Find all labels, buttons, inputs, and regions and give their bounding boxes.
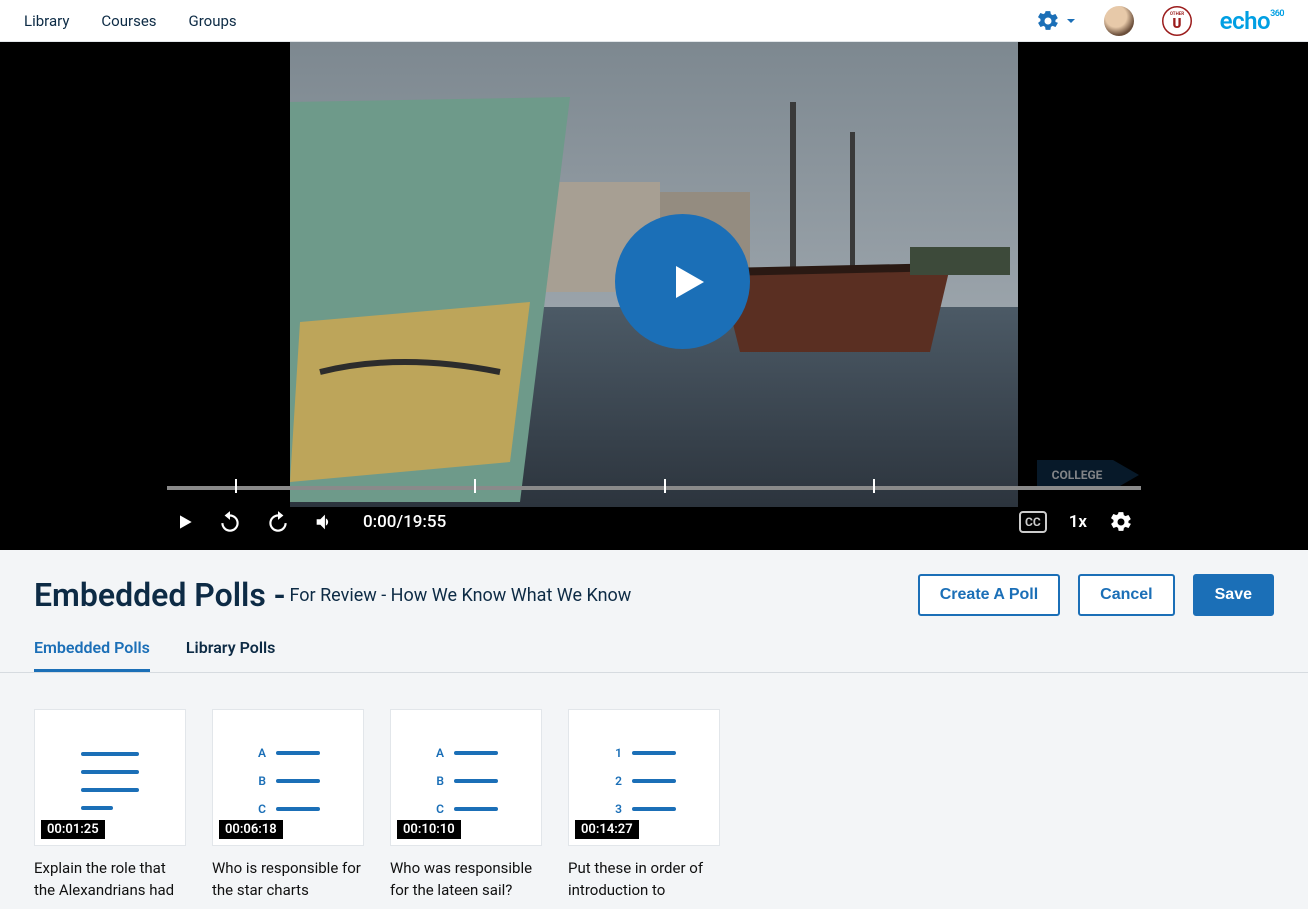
poll-label: Explain the role that the Alexandrians h…: [34, 858, 186, 902]
poll-label: Who is responsible for the star charts: [212, 858, 364, 902]
poll-thumb: 1 2 3 00:14:27: [568, 709, 720, 846]
order-poll-icon: 1 2 3: [612, 746, 676, 816]
nav-library[interactable]: Library: [24, 12, 69, 30]
volume-button[interactable]: [313, 511, 335, 533]
cancel-button[interactable]: Cancel: [1078, 574, 1174, 616]
nav-left: Library Courses Groups: [24, 12, 237, 30]
top-nav: Library Courses Groups OTHER U echo360: [0, 0, 1308, 42]
poll-timestamp: 00:10:10: [397, 820, 461, 839]
progress-track: [167, 486, 1141, 490]
poll-label: Who was responsible for the lateen sail?: [390, 858, 542, 902]
nav-groups[interactable]: Groups: [189, 12, 237, 30]
settings-dropdown[interactable]: [1036, 9, 1076, 33]
video-frame: COLLEGE 0:00/19:55: [155, 42, 1153, 550]
tabs: Embedded Polls Library Polls: [0, 616, 1308, 673]
mc-poll-icon: A B C: [256, 746, 320, 816]
poll-label: Put these in order of introduction to: [568, 858, 720, 902]
poll-cards: 00:01:25 Explain the role that the Alexa…: [0, 673, 1308, 902]
play-button[interactable]: [175, 512, 195, 532]
poll-thumb: 00:01:25: [34, 709, 186, 846]
poll-timestamp: 00:01:25: [41, 820, 105, 839]
poll-card[interactable]: 1 2 3 00:14:27 Put these in order of int…: [568, 709, 720, 902]
playback-speed[interactable]: 1x: [1069, 512, 1087, 532]
rewind-button[interactable]: [217, 509, 243, 535]
nav-courses[interactable]: Courses: [101, 12, 156, 30]
player-settings-button[interactable]: [1109, 510, 1133, 534]
poll-marker-1[interactable]: [235, 479, 237, 493]
text-poll-icon: [81, 752, 139, 810]
brand-sup: 360: [1270, 9, 1284, 19]
mc-poll-icon: A B C: [434, 746, 498, 816]
header-buttons: Create A Poll Cancel Save: [918, 574, 1274, 616]
page-subtitle: For Review - How We Know What We Know: [289, 585, 631, 606]
poll-marker-2[interactable]: [474, 479, 476, 493]
user-avatar[interactable]: [1104, 6, 1134, 36]
poll-marker-4[interactable]: [873, 479, 875, 493]
rewind-icon: [217, 509, 243, 535]
video-controls: 0:00/19:55 CC 1x: [155, 494, 1153, 550]
brand-text: echo: [1220, 7, 1270, 35]
gear-icon: [1036, 9, 1060, 33]
poll-timestamp: 00:06:18: [219, 820, 283, 839]
poll-thumb: A B C 00:10:10: [390, 709, 542, 846]
fastforward-icon: [265, 509, 291, 535]
svg-text:COLLEGE: COLLEGE: [1052, 468, 1103, 482]
svg-text:U: U: [1172, 15, 1181, 31]
poll-thumb: A B C 00:06:18: [212, 709, 364, 846]
create-poll-button[interactable]: Create A Poll: [918, 574, 1060, 616]
chevron-down-icon: [1066, 16, 1076, 26]
play-icon: [664, 258, 712, 306]
tab-embedded-polls[interactable]: Embedded Polls: [34, 638, 150, 672]
poll-marker-3[interactable]: [664, 479, 666, 493]
video-progress[interactable]: [167, 482, 1141, 492]
institution-crest[interactable]: OTHER U: [1162, 6, 1192, 36]
fastforward-button[interactable]: [265, 509, 291, 535]
poll-timestamp: 00:14:27: [575, 820, 639, 839]
video-shell: COLLEGE 0:00/19:55: [0, 42, 1308, 550]
nav-right: OTHER U echo360: [1036, 6, 1284, 36]
page-title: Embedded Polls -: [34, 576, 285, 614]
time-readout: 0:00/19:55: [363, 512, 446, 532]
save-button[interactable]: Save: [1193, 574, 1274, 616]
gear-icon: [1109, 510, 1133, 534]
brand-logo[interactable]: echo360: [1220, 7, 1284, 35]
big-play-button[interactable]: [615, 214, 750, 349]
poll-card[interactable]: A B C 00:10:10 Who was responsible for t…: [390, 709, 542, 902]
video-controls-right: CC 1x: [1019, 510, 1133, 534]
play-icon: [175, 512, 195, 532]
poll-card[interactable]: A B C 00:06:18 Who is responsible for th…: [212, 709, 364, 902]
volume-icon: [313, 511, 335, 533]
page-header: Embedded Polls - For Review - How We Kno…: [0, 550, 1308, 616]
tab-library-polls[interactable]: Library Polls: [186, 638, 275, 672]
captions-button[interactable]: CC: [1019, 511, 1047, 533]
poll-card[interactable]: 00:01:25 Explain the role that the Alexa…: [34, 709, 186, 902]
